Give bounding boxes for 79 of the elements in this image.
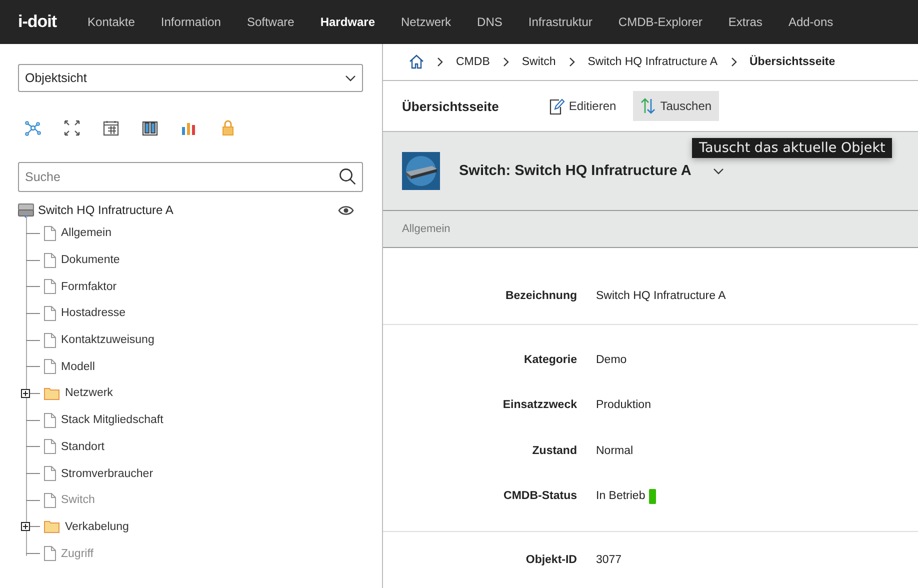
tree-item[interactable]: Stack Mitgliedschaft	[61, 414, 164, 426]
chevron-icon	[568, 56, 575, 67]
field-value: 3077	[596, 554, 622, 566]
tree-root[interactable]: Switch HQ Infratructure A	[38, 203, 174, 217]
document-icon	[44, 466, 56, 482]
breadcrumb-link[interactable]: Switch HQ Infratructure A	[588, 56, 718, 68]
document-icon	[44, 546, 56, 562]
expand-icon[interactable]	[21, 388, 30, 398]
tree-item[interactable]: Standort	[61, 440, 104, 453]
tree-item[interactable]: Dokumente	[61, 254, 120, 266]
document-icon	[44, 359, 56, 374]
nav-item[interactable]: Software	[234, 0, 308, 44]
category-tab[interactable]: Allgemein	[402, 223, 450, 236]
swap-arrows-icon	[640, 98, 656, 114]
tree-item[interactable]: Netzwerk	[65, 387, 113, 400]
object-title: Switch: Switch HQ Infratructure A	[459, 163, 692, 180]
field-value: Normal	[596, 444, 634, 457]
document-icon	[44, 279, 56, 294]
search-field[interactable]: Suche	[18, 162, 363, 192]
edit-button[interactable]: Editieren	[542, 91, 624, 121]
field-label: Einsatzzweck	[502, 399, 577, 412]
folder-icon	[44, 386, 60, 400]
document-icon	[44, 332, 56, 348]
expand-icon[interactable]	[21, 522, 30, 532]
field-value: Demo	[596, 354, 627, 366]
field-label: Objekt-ID	[524, 554, 577, 566]
nav-item[interactable]: Hardware	[307, 0, 388, 44]
eye-icon[interactable]	[338, 204, 354, 216]
tree-item[interactable]: Hostadresse	[61, 307, 126, 320]
nav-item[interactable]: Extras	[715, 0, 776, 44]
field-label: Bezeichnung	[504, 290, 577, 302]
document-icon	[44, 252, 56, 268]
field-value: Produktion	[596, 399, 651, 412]
field-label: Zustand	[531, 444, 577, 457]
field-label: CMDB-Status	[502, 490, 577, 502]
breadcrumb-link[interactable]: CMDB	[456, 56, 490, 68]
tree-item[interactable]: Kontaktzuweisung	[61, 334, 154, 346]
home-icon[interactable]	[409, 54, 424, 70]
logo[interactable]: i-doit	[18, 12, 57, 32]
chevron-icon	[437, 56, 443, 67]
nav-item[interactable]: Information	[148, 0, 234, 44]
server-icon	[18, 202, 34, 218]
chevron-down-icon	[345, 74, 356, 82]
nav-item[interactable]: Kontakte	[74, 0, 148, 44]
chevron-down-icon[interactable]	[713, 168, 724, 175]
field-label: Kategorie	[522, 354, 577, 366]
nav-item[interactable]: Netzwerk	[388, 0, 464, 44]
view-dropdown[interactable]: Objektsicht	[18, 64, 363, 92]
calendar-icon[interactable]	[102, 119, 120, 137]
nav-item[interactable]: Infrastruktur	[515, 0, 606, 44]
chevron-icon	[502, 56, 509, 67]
field-value: In Betrieb	[596, 490, 646, 502]
document-icon	[44, 439, 56, 454]
tree-item[interactable]: Formfaktor	[61, 280, 117, 293]
nav-item[interactable]: Add-ons	[775, 0, 846, 44]
page-title: Übersichtsseite	[402, 98, 499, 114]
network-icon[interactable]	[24, 119, 42, 137]
folder-icon	[44, 520, 60, 534]
document-icon	[44, 226, 56, 241]
field-value: Switch HQ Infratructure A	[596, 290, 726, 302]
tree-item[interactable]: Verkabelung	[65, 520, 129, 533]
swap-button[interactable]: Tauschen	[633, 91, 719, 121]
tree-item[interactable]: Allgemein	[61, 227, 112, 240]
edit-icon	[548, 98, 565, 114]
nav-item[interactable]: CMDB-Explorer	[605, 0, 716, 44]
expand-icon[interactable]	[63, 119, 81, 137]
tooltip: Tauscht das aktuelle Objekt	[692, 138, 892, 158]
chevron-icon	[730, 56, 736, 67]
document-icon	[44, 412, 56, 428]
breadcrumb-link[interactable]: Übersichtsseite	[750, 56, 836, 68]
search-icon[interactable]	[339, 168, 356, 185]
switch-device-drawing	[402, 152, 440, 190]
book-icon[interactable]	[141, 119, 159, 137]
breadcrumb-link[interactable]: Switch	[522, 56, 556, 68]
nav-item[interactable]: DNS	[464, 0, 516, 44]
tree-item[interactable]: Modell	[61, 360, 95, 373]
tree-item[interactable]: Stromverbraucher	[61, 468, 154, 480]
document-icon	[44, 492, 56, 508]
document-icon	[44, 306, 56, 321]
